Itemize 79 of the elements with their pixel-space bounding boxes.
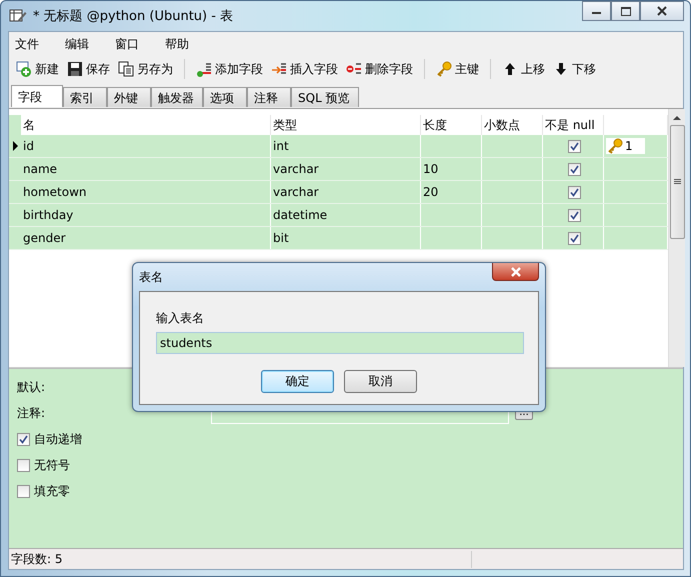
column-header[interactable]: 不是 null xyxy=(543,115,604,135)
field-label: 输入表名 xyxy=(156,310,205,327)
table-edit-icon xyxy=(9,8,27,24)
tab[interactable]: 外键 xyxy=(107,87,151,107)
copy-icon xyxy=(118,61,134,77)
table-cell: 20 xyxy=(421,181,482,203)
tab[interactable]: 触发器 xyxy=(151,87,203,107)
checkbox[interactable] xyxy=(17,484,30,498)
toolbar-button[interactable]: 新建 xyxy=(13,58,62,80)
menu-item[interactable]: 窗口 xyxy=(115,36,150,52)
save-icon xyxy=(67,61,83,77)
toolbar-button[interactable]: 主键 xyxy=(433,58,482,80)
toolbar-button[interactable]: 删除字段 xyxy=(343,58,416,80)
checkbox[interactable] xyxy=(568,186,580,198)
add-field-icon xyxy=(196,61,212,77)
tab[interactable]: 选项 xyxy=(203,87,247,107)
dialog-button[interactable]: 确定 xyxy=(261,370,334,393)
table-cell: datetime xyxy=(271,204,421,226)
toolbar-button[interactable]: 插入字段 xyxy=(268,58,341,80)
close-button[interactable] xyxy=(640,1,684,21)
window-title: * 无标题 @python (Ubuntu) - 表 xyxy=(33,8,234,25)
table-name-field[interactable]: students xyxy=(156,332,524,354)
arrow-down-icon xyxy=(553,61,569,77)
checkbox[interactable] xyxy=(17,432,30,446)
minimize-button[interactable] xyxy=(582,1,611,21)
column-header[interactable]: 类型 xyxy=(271,115,421,135)
table-cell: int xyxy=(271,135,421,157)
checkbox[interactable] xyxy=(568,162,580,176)
grip-icon xyxy=(674,179,680,185)
dialog-button[interactable]: 取消 xyxy=(344,370,417,393)
field-label: 注释: xyxy=(17,404,46,422)
tab[interactable]: 索引 xyxy=(63,87,107,107)
checkbox-label: 无符号 xyxy=(34,456,70,474)
menu-item[interactable]: 帮助 xyxy=(165,36,200,52)
checkbox-label: 填充零 xyxy=(34,482,70,500)
column-header[interactable]: 长度 xyxy=(421,115,482,135)
checkbox[interactable] xyxy=(568,232,580,244)
checkbox[interactable] xyxy=(568,140,580,152)
toolbar-button[interactable]: 下移 xyxy=(550,58,599,80)
toolbar-button[interactable]: 另存为 xyxy=(115,58,176,80)
status-text: 字段数: 5 xyxy=(11,550,472,568)
dialog-title: 表名 xyxy=(139,268,163,286)
menu-item[interactable]: 编辑 xyxy=(65,36,100,52)
toolbar-button[interactable]: 添加字段 xyxy=(193,58,266,80)
checkbox[interactable] xyxy=(17,458,30,472)
close-icon xyxy=(510,266,522,276)
field-label: 默认: xyxy=(17,378,46,396)
arrow-up-icon xyxy=(502,61,518,77)
insert-field-icon xyxy=(271,61,287,77)
table-cell: bit xyxy=(271,227,421,249)
close-button[interactable] xyxy=(492,263,539,281)
key-icon xyxy=(607,138,623,154)
checkbox[interactable] xyxy=(568,208,580,222)
maximize-button[interactable] xyxy=(611,1,640,21)
table-cell: id xyxy=(21,135,271,157)
table-cell: gender xyxy=(21,227,271,249)
column-header[interactable]: 名 xyxy=(21,115,271,135)
menu-item[interactable]: 文件 xyxy=(15,36,50,52)
scrollbar[interactable] xyxy=(668,109,685,367)
tab[interactable]: SQL 预览 xyxy=(291,87,359,107)
add-icon xyxy=(16,61,32,77)
checkbox-label: 自动递增 xyxy=(34,430,82,448)
tab[interactable]: 字段 xyxy=(11,85,63,107)
primary-key-tag: 1 xyxy=(606,138,645,154)
table-cell: varchar xyxy=(271,181,421,203)
key-icon xyxy=(436,61,452,77)
table-cell: 10 xyxy=(421,158,482,180)
toolbar-button[interactable]: 保存 xyxy=(64,58,113,80)
column-header[interactable]: 小数点 xyxy=(482,115,543,135)
table-cell: varchar xyxy=(271,158,421,180)
table-cell: name xyxy=(21,158,271,180)
scroll-up-icon[interactable] xyxy=(673,114,681,120)
delete-field-icon xyxy=(346,61,362,77)
toolbar-button[interactable]: 上移 xyxy=(499,58,548,80)
table-cell: birthday xyxy=(21,204,271,226)
tab[interactable]: 注释 xyxy=(247,87,291,107)
table-cell: hometown xyxy=(21,181,271,203)
close-icon xyxy=(656,6,668,16)
maximize-icon xyxy=(620,6,630,16)
